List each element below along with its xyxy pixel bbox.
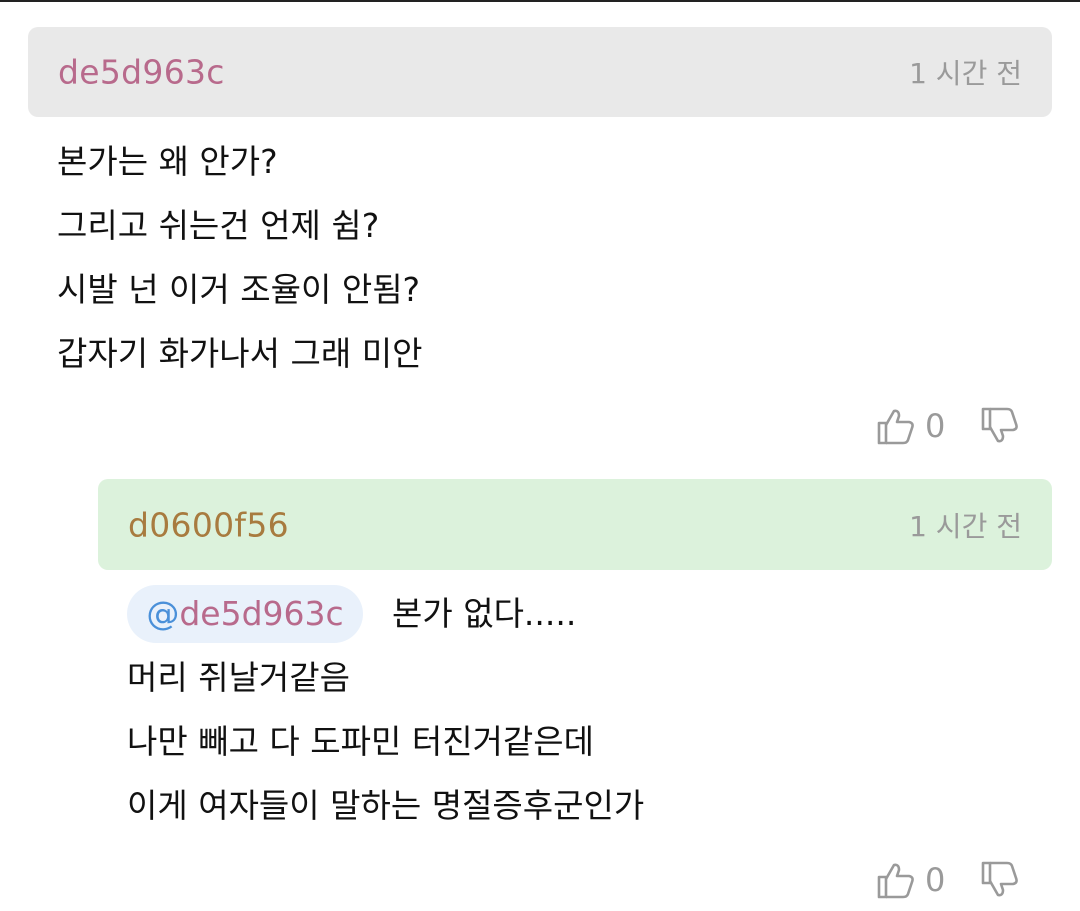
vote-row: 0: [875, 858, 1021, 902]
comment-line: 갑자기 화가나서 그래 미안: [57, 334, 423, 373]
comment-line: 그리고 쉬는건 언제 쉼?: [57, 206, 380, 245]
comment-line: 본가는 왜 안가?: [57, 142, 278, 181]
like-count: 0: [925, 861, 946, 899]
reply-line: 이게 여자들이 말하는 명절증후군인가: [127, 786, 645, 825]
thumbs-down-icon[interactable]: [979, 859, 1021, 901]
reply-line: 본가 없다.....: [392, 594, 577, 633]
reply-author[interactable]: d0600f56: [128, 505, 289, 544]
thumbs-up-icon[interactable]: [875, 859, 917, 901]
mention-name: de5d963c: [179, 594, 344, 633]
thumbs-up-icon[interactable]: [875, 405, 917, 447]
reply-line: 머리 쥐날거같음: [127, 658, 351, 697]
reply-timestamp: 1 시간 전: [909, 509, 1022, 543]
comment-author[interactable]: de5d963c: [58, 53, 225, 92]
reply-line: 나만 빼고 다 도파민 터진거같은데: [127, 722, 594, 761]
mention-at: @: [146, 594, 180, 633]
thumbs-down-icon[interactable]: [979, 405, 1021, 447]
mention-chip[interactable]: @de5d963c: [127, 585, 363, 643]
comment-line: 시발 넌 이거 조율이 안됨?: [57, 270, 421, 309]
like-count: 0: [925, 407, 946, 445]
vote-row: 0: [875, 404, 1021, 448]
reply-header: d0600f56 1 시간 전: [98, 479, 1052, 570]
comment-timestamp: 1 시간 전: [909, 57, 1022, 90]
top-divider: [0, 0, 1080, 2]
comment-header: de5d963c 1 시간 전: [28, 27, 1052, 117]
